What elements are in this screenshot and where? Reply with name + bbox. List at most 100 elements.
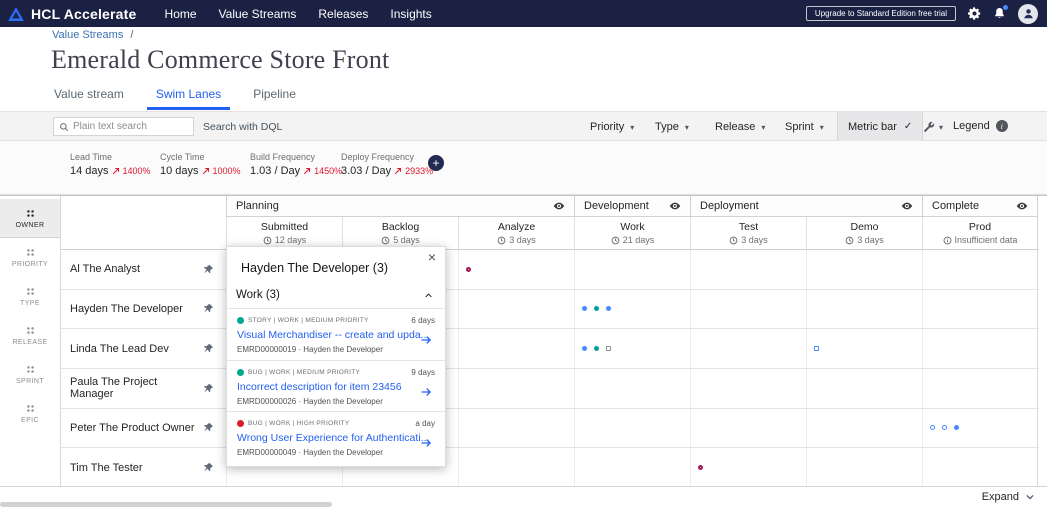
- work-item-card[interactable]: BUG | WORK | MEDIUM PRIORITY9 daysIncorr…: [227, 360, 445, 412]
- lane-cell[interactable]: [574, 448, 690, 487]
- filter-dropdown-release[interactable]: Release▾: [715, 121, 765, 133]
- lane-cell[interactable]: [806, 448, 922, 487]
- work-item-dot[interactable]: [582, 346, 587, 351]
- lane-cell[interactable]: [690, 290, 806, 329]
- notifications-bell-icon[interactable]: [993, 7, 1006, 20]
- group-by-priority[interactable]: PRIORITY: [0, 238, 60, 277]
- lane-cell[interactable]: [922, 409, 1038, 448]
- popup-section-header[interactable]: Work (3): [227, 281, 445, 308]
- pin-icon[interactable]: [203, 343, 214, 354]
- work-item-dot[interactable]: [814, 346, 819, 351]
- work-item-dot[interactable]: [606, 346, 611, 351]
- lane-label: Peter The Product Owner: [61, 409, 226, 448]
- group-by-sprint[interactable]: SPRINT: [0, 355, 60, 394]
- lane-cell[interactable]: [574, 250, 690, 289]
- lane-cell[interactable]: [806, 409, 922, 448]
- brand[interactable]: HCL Accelerate: [0, 6, 137, 22]
- tools-dropdown[interactable]: ▾: [923, 121, 943, 133]
- lane-cell[interactable]: [458, 448, 574, 487]
- work-item-dot[interactable]: [606, 306, 611, 311]
- nav-item-releases[interactable]: Releases: [307, 1, 379, 27]
- lane-cell[interactable]: [458, 329, 574, 368]
- nav-item-home[interactable]: Home: [154, 1, 208, 27]
- work-item-dot[interactable]: [594, 346, 599, 351]
- close-icon[interactable]: ×: [428, 250, 436, 264]
- lane-cell[interactable]: [922, 369, 1038, 408]
- lane-cell[interactable]: [922, 448, 1038, 487]
- tab-swim-lanes[interactable]: Swim Lanes: [147, 86, 230, 110]
- pin-icon[interactable]: [203, 383, 214, 394]
- lane-cell[interactable]: [690, 250, 806, 289]
- group-by-type[interactable]: TYPE: [0, 277, 60, 316]
- item-meta: EMRD00000026 · Hayden the Developer: [237, 397, 435, 406]
- lane-cell[interactable]: [458, 250, 574, 289]
- user-avatar[interactable]: [1018, 4, 1038, 24]
- lane-cell[interactable]: [690, 409, 806, 448]
- search-box[interactable]: [53, 117, 194, 136]
- open-item-arrow-icon[interactable]: [420, 437, 432, 449]
- lane-cell[interactable]: [806, 250, 922, 289]
- lane-cell[interactable]: [806, 329, 922, 368]
- group-by-rail: OWNERPRIORITYTYPERELEASESPRINTEPIC: [0, 196, 61, 486]
- lane-cell[interactable]: [574, 290, 690, 329]
- work-item-dot[interactable]: [582, 306, 587, 311]
- work-item-dot[interactable]: [942, 425, 947, 430]
- lane-cell[interactable]: [574, 369, 690, 408]
- lane-cell[interactable]: [690, 448, 806, 487]
- eye-icon[interactable]: [553, 200, 565, 212]
- work-item-dot[interactable]: [466, 267, 471, 272]
- lane-cell[interactable]: [690, 329, 806, 368]
- lane-cell[interactable]: [922, 250, 1038, 289]
- open-item-arrow-icon[interactable]: [420, 334, 432, 346]
- filter-dropdown-sprint[interactable]: Sprint▾: [785, 121, 824, 133]
- breadcrumb-link[interactable]: Value Streams: [52, 29, 123, 41]
- legend-label: Legend: [953, 120, 990, 132]
- work-item-card[interactable]: BUG | WORK | HIGH PRIORITYa dayWrong Use…: [227, 411, 445, 463]
- nav-item-value-streams[interactable]: Value Streams: [208, 1, 308, 27]
- work-item-dot[interactable]: [954, 425, 959, 430]
- lane-cell[interactable]: [922, 329, 1038, 368]
- lane-cell[interactable]: [458, 409, 574, 448]
- lane-cell[interactable]: [574, 329, 690, 368]
- lane-cell[interactable]: [690, 369, 806, 408]
- lane-cell[interactable]: [806, 290, 922, 329]
- lane-cell[interactable]: [922, 290, 1038, 329]
- work-item-dot[interactable]: [594, 306, 599, 311]
- work-item-card[interactable]: STORY | WORK | MEDIUM PRIORITY6 daysVisu…: [227, 308, 445, 360]
- upgrade-button[interactable]: Upgrade to Standard Edition free trial: [806, 6, 956, 21]
- pin-icon[interactable]: [203, 303, 214, 314]
- item-title-link[interactable]: Visual Merchandiser -- create and upda..…: [237, 329, 435, 341]
- tab-pipeline[interactable]: Pipeline: [244, 86, 305, 110]
- item-title-link[interactable]: Wrong User Experience for Authenticati..…: [237, 432, 435, 444]
- pin-icon[interactable]: [203, 264, 214, 275]
- stage-metric: Insufficient data: [943, 235, 1018, 245]
- filter-dropdown-priority[interactable]: Priority▾: [590, 121, 634, 133]
- metric-bar-toggle[interactable]: Metric bar ✓: [837, 112, 923, 141]
- lane-cell[interactable]: [806, 369, 922, 408]
- eye-icon[interactable]: [669, 200, 681, 212]
- group-by-epic[interactable]: EPIC: [0, 394, 60, 433]
- pin-icon[interactable]: [203, 462, 214, 473]
- horizontal-scrollbar-thumb[interactable]: [0, 502, 332, 507]
- tab-value-stream[interactable]: Value stream: [45, 86, 133, 110]
- dql-search-link[interactable]: Search with DQL: [203, 121, 282, 133]
- lane-cell[interactable]: [574, 409, 690, 448]
- settings-gear-icon[interactable]: [968, 7, 981, 20]
- filter-dropdown-type[interactable]: Type▾: [655, 121, 689, 133]
- group-by-owner[interactable]: OWNER: [0, 199, 60, 238]
- eye-icon[interactable]: [1016, 200, 1028, 212]
- item-title-link[interactable]: Incorrect description for item 23456: [237, 381, 435, 393]
- expand-button[interactable]: Expand: [982, 491, 1035, 503]
- work-item-dot[interactable]: [698, 465, 703, 470]
- search-input[interactable]: [73, 121, 188, 132]
- eye-icon[interactable]: [901, 200, 913, 212]
- pin-icon[interactable]: [203, 422, 214, 433]
- lane-cell[interactable]: [458, 290, 574, 329]
- lane-cell[interactable]: [458, 369, 574, 408]
- group-by-release[interactable]: RELEASE: [0, 316, 60, 355]
- work-item-dot[interactable]: [930, 425, 935, 430]
- open-item-arrow-icon[interactable]: [420, 386, 432, 398]
- legend-button[interactable]: Legend i: [953, 120, 1008, 132]
- nav-item-insights[interactable]: Insights: [379, 1, 442, 27]
- sprint-icon: [25, 364, 36, 375]
